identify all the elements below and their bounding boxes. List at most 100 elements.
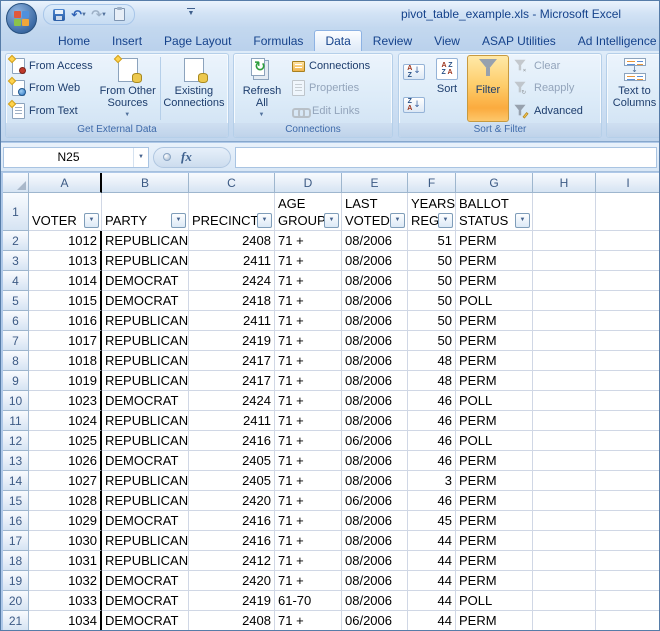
cell-precinct[interactable]: 2405 xyxy=(189,451,275,471)
row-header[interactable]: 21 xyxy=(3,611,29,630)
cell-last-voted[interactable]: 08/2006 xyxy=(342,351,408,371)
cell-party[interactable]: REPUBLICAN xyxy=(102,371,189,391)
fx-icon[interactable]: fx xyxy=(181,149,192,165)
cell-precinct[interactable]: 2411 xyxy=(189,411,275,431)
row-header[interactable]: 17 xyxy=(3,531,29,551)
from-other-sources-button[interactable]: From Other Sources▼ xyxy=(97,55,159,122)
cell-empty[interactable] xyxy=(596,491,660,511)
cell-empty[interactable] xyxy=(596,431,660,451)
column-header-f[interactable]: F xyxy=(408,173,456,193)
row-header[interactable]: 18 xyxy=(3,551,29,571)
cell-voter[interactable]: 1032 xyxy=(29,571,102,591)
cell-precinct[interactable]: 2416 xyxy=(189,531,275,551)
cell-party[interactable]: REPUBLICAN xyxy=(102,231,189,251)
cell-ballot-status[interactable]: PERM xyxy=(456,451,533,471)
cell-empty[interactable] xyxy=(596,611,660,630)
sort-button[interactable]: A ZZ A Sort xyxy=(427,55,467,122)
cell-years-reg[interactable]: 50 xyxy=(408,331,456,351)
cell-empty[interactable] xyxy=(533,251,596,271)
cell-empty[interactable] xyxy=(533,391,596,411)
redo-button[interactable]: ↷▼ xyxy=(90,6,108,23)
cell-empty[interactable] xyxy=(596,391,660,411)
undo-button[interactable]: ↶▼ xyxy=(70,6,88,23)
cell-age-group[interactable]: 71 + xyxy=(275,571,342,591)
cell-years-reg[interactable]: 46 xyxy=(408,411,456,431)
cell-age-group[interactable]: 71 + xyxy=(275,411,342,431)
cell-last-voted[interactable]: 08/2006 xyxy=(342,231,408,251)
cell-last-voted[interactable]: 08/2006 xyxy=(342,331,408,351)
filter-dropdown-icon[interactable]: ▼ xyxy=(324,213,339,228)
filter-dropdown-icon[interactable]: ▼ xyxy=(84,213,99,228)
row-header[interactable]: 14 xyxy=(3,471,29,491)
cell-years-reg[interactable]: 50 xyxy=(408,291,456,311)
cell-ballot-status[interactable]: PERM xyxy=(456,571,533,591)
cell-party[interactable]: DEMOCRAT xyxy=(102,611,189,630)
cell-age-group[interactable]: 71 + xyxy=(275,271,342,291)
cell-precinct[interactable]: 2408 xyxy=(189,611,275,630)
cell-party[interactable]: REPUBLICAN xyxy=(102,431,189,451)
existing-connections-button[interactable]: Existing Connections xyxy=(162,55,226,122)
cell-ballot-status[interactable]: PERM xyxy=(456,531,533,551)
cell-empty[interactable] xyxy=(533,271,596,291)
cell-party[interactable]: REPUBLICAN xyxy=(102,251,189,271)
column-header-b[interactable]: B xyxy=(102,173,189,193)
cell-party[interactable]: REPUBLICAN xyxy=(102,491,189,511)
cell-ballot-status[interactable]: PERM xyxy=(456,311,533,331)
header-cell-voter[interactable]: VOTER ▼ xyxy=(29,193,102,231)
cell-precinct[interactable]: 2417 xyxy=(189,371,275,391)
column-header-g[interactable]: G xyxy=(456,173,533,193)
cell-empty[interactable] xyxy=(596,451,660,471)
cell-last-voted[interactable]: 08/2006 xyxy=(342,391,408,411)
cell-ballot-status[interactable]: PERM xyxy=(456,611,533,630)
cell-voter[interactable]: 1012 xyxy=(29,231,102,251)
cell-voter[interactable]: 1016 xyxy=(29,311,102,331)
cell-voter[interactable]: 1034 xyxy=(29,611,102,630)
cell-voter[interactable]: 1025 xyxy=(29,431,102,451)
row-header[interactable]: 6 xyxy=(3,311,29,331)
cell-age-group[interactable]: 71 + xyxy=(275,351,342,371)
row-header[interactable]: 12 xyxy=(3,431,29,451)
cell-party[interactable]: DEMOCRAT xyxy=(102,451,189,471)
from-text-button[interactable]: From Text xyxy=(10,101,95,121)
cell-age-group[interactable]: 71 + xyxy=(275,331,342,351)
cell-voter[interactable]: 1013 xyxy=(29,251,102,271)
header-cell-precinct[interactable]: PRECINCT ▼ xyxy=(189,193,275,231)
cell-last-voted[interactable]: 08/2006 xyxy=(342,291,408,311)
cell-empty[interactable] xyxy=(596,371,660,391)
cell-voter[interactable]: 1033 xyxy=(29,591,102,611)
header-cell-last-voted[interactable]: LASTVOTED ▼ xyxy=(342,193,408,231)
cell-precinct[interactable]: 2424 xyxy=(189,391,275,411)
from-web-button[interactable]: From Web xyxy=(10,78,95,98)
cell-party[interactable]: DEMOCRAT xyxy=(102,271,189,291)
row-header[interactable]: 8 xyxy=(3,351,29,371)
cell-voter[interactable]: 1027 xyxy=(29,471,102,491)
cell-empty[interactable] xyxy=(596,271,660,291)
filter-dropdown-icon[interactable]: ▼ xyxy=(171,213,186,228)
cell-last-voted[interactable]: 06/2006 xyxy=(342,491,408,511)
cell-empty[interactable] xyxy=(533,231,596,251)
cell-precinct[interactable]: 2418 xyxy=(189,291,275,311)
cell-ballot-status[interactable]: PERM xyxy=(456,331,533,351)
row-header[interactable]: 13 xyxy=(3,451,29,471)
cell-age-group[interactable]: 71 + xyxy=(275,291,342,311)
cell-empty[interactable] xyxy=(596,591,660,611)
cell-years-reg[interactable]: 46 xyxy=(408,491,456,511)
cell-precinct[interactable]: 2412 xyxy=(189,551,275,571)
filter-dropdown-icon[interactable]: ▼ xyxy=(515,213,530,228)
cell-empty[interactable] xyxy=(533,471,596,491)
select-all-button[interactable] xyxy=(3,173,29,193)
cell-empty[interactable] xyxy=(533,331,596,351)
cell-ballot-status[interactable]: PERM xyxy=(456,551,533,571)
cell-precinct[interactable]: 2416 xyxy=(189,431,275,451)
name-box[interactable]: N25 ▼ xyxy=(3,147,149,168)
row-header[interactable]: 2 xyxy=(3,231,29,251)
cell-party[interactable]: REPUBLICAN xyxy=(102,551,189,571)
cell-years-reg[interactable]: 50 xyxy=(408,271,456,291)
cell-precinct[interactable]: 2417 xyxy=(189,351,275,371)
cell-last-voted[interactable]: 08/2006 xyxy=(342,571,408,591)
cell-voter[interactable]: 1029 xyxy=(29,511,102,531)
cell-years-reg[interactable]: 3 xyxy=(408,471,456,491)
filter-dropdown-icon[interactable]: ▼ xyxy=(257,213,272,228)
cell-last-voted[interactable]: 06/2006 xyxy=(342,431,408,451)
header-cell-ballot-status[interactable]: BALLOTSTATUS ▼ xyxy=(456,193,533,231)
